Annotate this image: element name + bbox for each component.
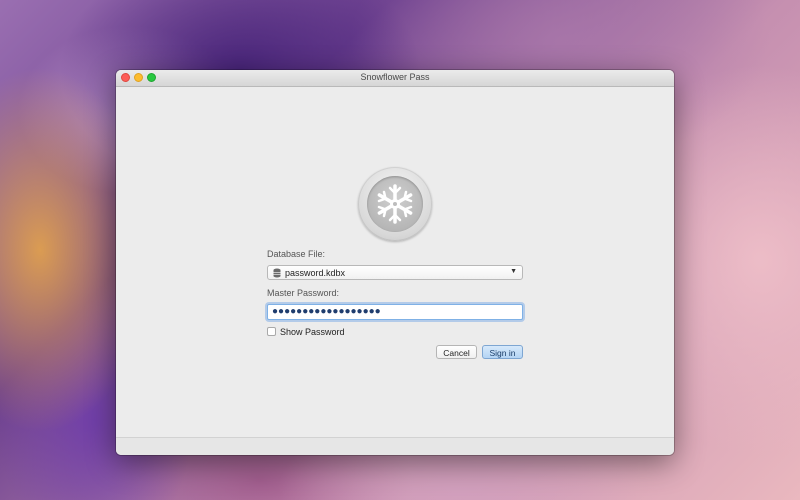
- chevron-down-icon: ▼: [510, 268, 517, 275]
- master-password-input[interactable]: ●●●●●●●●●●●●●●●●●●: [267, 304, 523, 320]
- login-window: Snowflower Pass Database File: password.…: [116, 70, 674, 455]
- title-bar[interactable]: Snowflower Pass: [116, 70, 674, 87]
- snowflake-icon: [377, 184, 413, 224]
- database-file-value: password.kdbx: [285, 268, 346, 278]
- app-logo: [358, 167, 432, 241]
- database-icon: [273, 268, 281, 278]
- cancel-button[interactable]: Cancel: [436, 345, 477, 359]
- window-title: Snowflower Pass: [360, 72, 430, 82]
- password-mask: ●●●●●●●●●●●●●●●●●●: [272, 306, 381, 317]
- database-file-label: Database File:: [267, 249, 326, 259]
- show-password-label[interactable]: Show Password: [280, 327, 345, 337]
- master-password-label: Master Password:: [267, 288, 340, 298]
- window-footer: [116, 437, 674, 455]
- sign-in-button[interactable]: Sign in: [482, 345, 523, 359]
- show-password-checkbox[interactable]: [267, 327, 276, 336]
- database-file-select[interactable]: password.kdbx ▼: [267, 265, 523, 280]
